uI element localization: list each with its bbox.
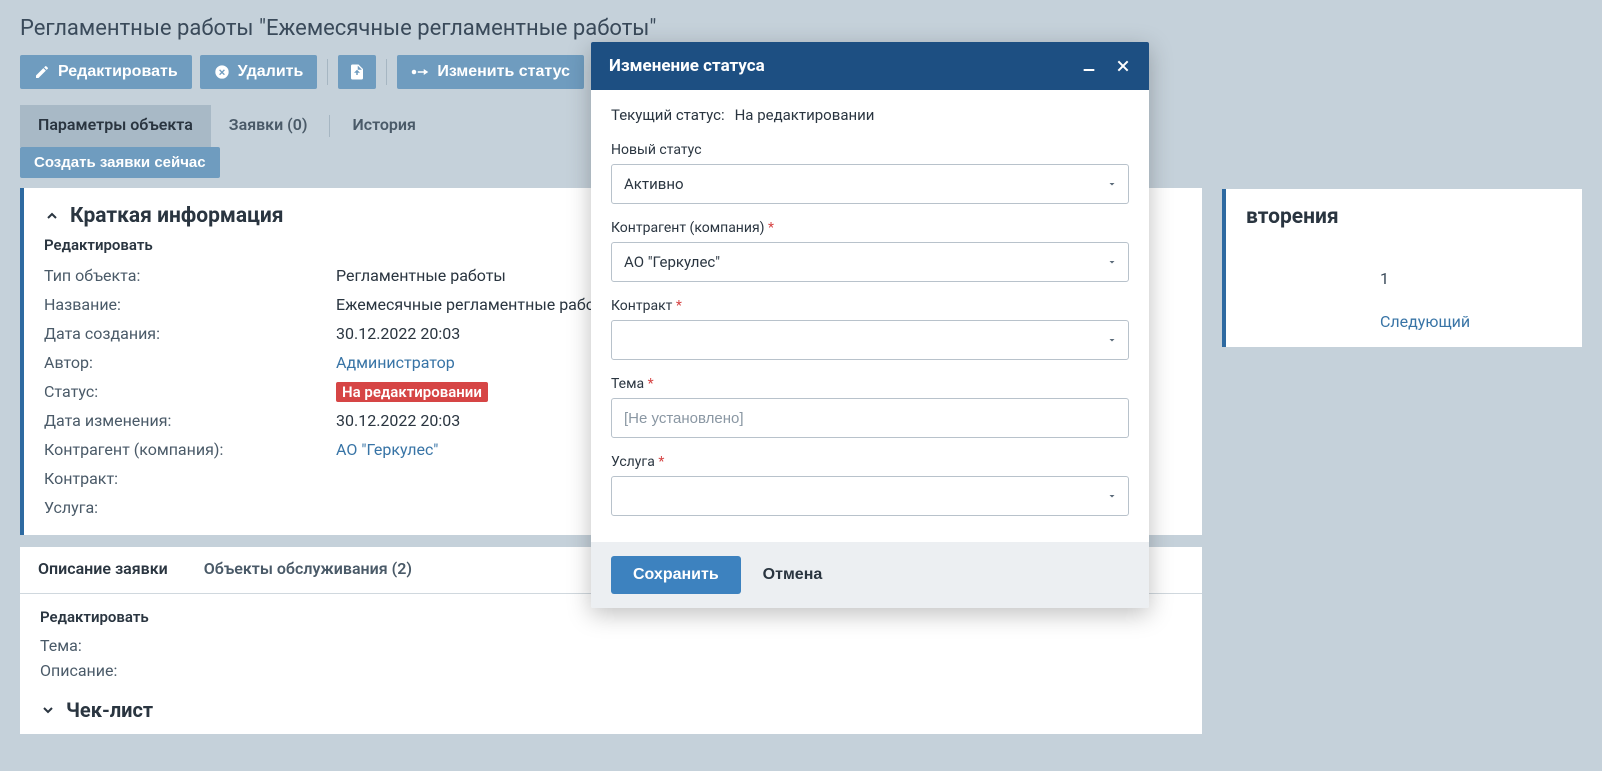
desc-edit-link[interactable]: Редактировать <box>40 608 1182 626</box>
new-status-selected: Активно <box>624 175 684 193</box>
modal-footer: Сохранить Отмена <box>591 542 1149 608</box>
page-title: Регламентные работы "Ежемесячные регламе… <box>20 16 1582 41</box>
tab-request-description[interactable]: Описание заявки <box>20 547 186 593</box>
chevron-down-icon <box>1106 334 1118 346</box>
new-status-select[interactable]: Активно <box>611 164 1129 204</box>
close-circle-icon <box>214 64 230 80</box>
tab-separator <box>329 115 330 137</box>
change-status-modal: Изменение статуса Текущий статус: На ред… <box>591 42 1149 608</box>
export-button[interactable] <box>338 55 376 89</box>
change-status-label: Изменить статус <box>437 63 570 81</box>
cancel-button[interactable]: Отмена <box>763 566 823 584</box>
subject-field-label: Тема * <box>611 376 1129 392</box>
delete-button[interactable]: Удалить <box>200 55 318 89</box>
chevron-down-icon <box>1106 178 1118 190</box>
summary-title: Краткая информация <box>70 204 284 228</box>
label-contract: Контракт: <box>44 469 324 488</box>
right-title-suffix: вторения <box>1246 205 1339 229</box>
arrow-dot-icon <box>411 66 429 78</box>
label-modified: Дата изменения: <box>44 411 324 430</box>
contract-select[interactable] <box>611 320 1129 360</box>
toolbar-separator-2 <box>386 59 387 85</box>
right-row-value-1: 1 <box>1380 269 1562 288</box>
checklist-toggle[interactable]: Чек-лист <box>40 698 1182 722</box>
modal-close-button[interactable] <box>1115 58 1131 74</box>
tab-object-params[interactable]: Параметры объекта <box>20 105 211 147</box>
label-contragent: Контрагент (компания): <box>44 440 324 459</box>
label-created: Дата создания: <box>44 324 324 343</box>
pencil-icon <box>34 64 50 80</box>
chevron-down-icon <box>40 702 56 718</box>
tab-service-objects[interactable]: Объекты обслуживания (2) <box>186 547 430 593</box>
tab-history[interactable]: История <box>334 105 433 147</box>
service-field-label: Услуга * <box>611 454 1129 470</box>
contragent-selected: АО "Геркулес" <box>624 253 720 271</box>
tab-requests[interactable]: Заявки (0) <box>211 105 326 147</box>
label-author: Автор: <box>44 353 324 372</box>
modal-minimize-button[interactable] <box>1081 58 1097 74</box>
contragent-label: Контрагент (компания) * <box>611 220 1129 236</box>
contract-label: Контракт * <box>611 298 1129 314</box>
modal-header: Изменение статуса <box>591 42 1149 90</box>
save-button[interactable]: Сохранить <box>611 556 741 594</box>
edit-button[interactable]: Редактировать <box>20 55 192 89</box>
checklist-title: Чек-лист <box>66 698 153 722</box>
modal-title: Изменение статуса <box>609 56 765 76</box>
new-status-label: Новый статус <box>611 142 1129 158</box>
contragent-select[interactable]: АО "Геркулес" <box>611 242 1129 282</box>
export-icon <box>348 63 366 81</box>
chevron-down-icon <box>1106 256 1118 268</box>
edit-button-label: Редактировать <box>58 63 178 81</box>
label-service: Услуга: <box>44 498 324 517</box>
description-label: Описание: <box>40 661 1182 680</box>
current-status-label: Текущий статус: <box>611 106 725 124</box>
subject-input-wrap <box>611 398 1129 438</box>
subject-input[interactable] <box>624 399 1092 437</box>
subject-label: Тема: <box>40 636 1182 655</box>
chevron-down-icon <box>1106 490 1118 502</box>
chevron-up-icon <box>44 208 60 224</box>
status-badge: На редактировании <box>336 382 488 402</box>
toolbar-separator <box>327 59 328 85</box>
right-next-link[interactable]: Следующий <box>1380 312 1562 331</box>
delete-button-label: Удалить <box>238 63 304 81</box>
label-name: Название: <box>44 295 324 314</box>
service-select[interactable] <box>611 476 1129 516</box>
change-status-button[interactable]: Изменить статус <box>397 55 584 89</box>
label-status: Статус: <box>44 382 324 401</box>
right-card: вторения 1 Следующий <box>1222 189 1582 347</box>
modal-body: Текущий статус: На редактировании Новый … <box>591 90 1149 542</box>
label-object-type: Тип объекта: <box>44 266 324 285</box>
create-requests-now-button[interactable]: Создать заявки сейчас <box>20 147 220 178</box>
current-status-value: На редактировании <box>735 106 875 124</box>
